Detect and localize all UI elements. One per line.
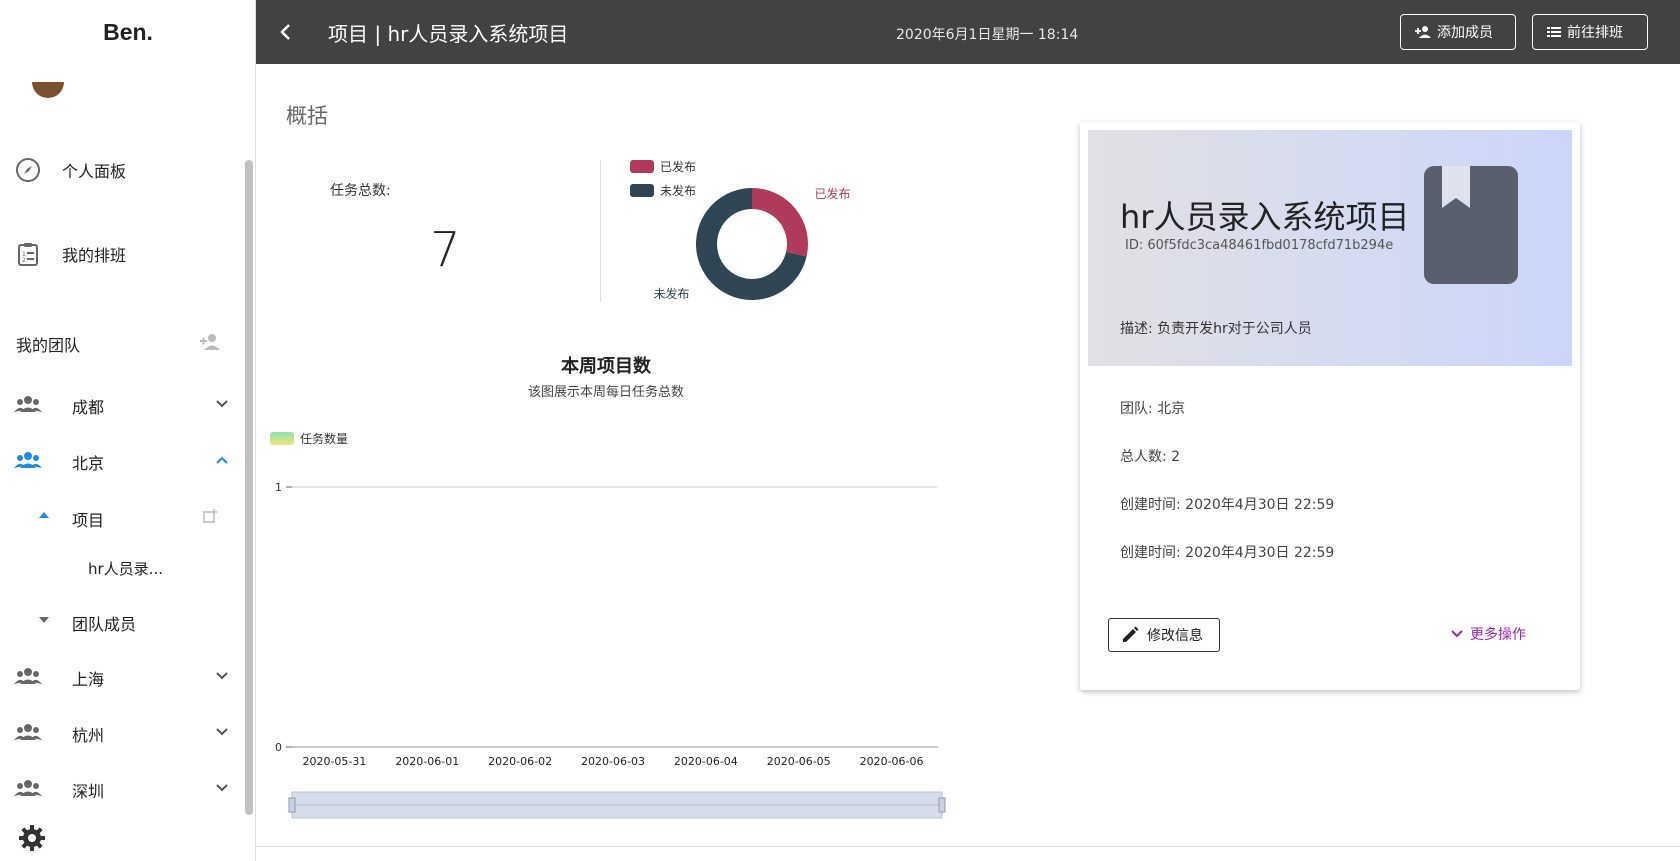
chevron-down-icon: [1451, 630, 1463, 638]
nav-schedule[interactable]: 12 我的排班: [0, 234, 240, 274]
top-app-bar: 项目 | hr人员录入系统项目 2020年6月1日星期一 18:14 添加成员 …: [256, 0, 1680, 64]
legend-label: 已发布: [660, 159, 696, 174]
add-team-icon[interactable]: [198, 332, 224, 352]
members-label: 团队成员: [72, 615, 137, 634]
team-chengdu[interactable]: 成都: [0, 384, 240, 424]
y-tick-label: 1: [275, 481, 282, 494]
team-name: 成都: [72, 398, 105, 417]
back-chevron-icon[interactable]: [274, 20, 298, 44]
project-item[interactable]: hr人员录...: [88, 558, 163, 579]
gear-icon[interactable]: [18, 824, 46, 852]
chevron-up-icon: [216, 456, 228, 464]
sidebar-scrollbar[interactable]: [245, 160, 253, 815]
team-projects-toggle[interactable]: 项目: [0, 496, 240, 536]
x-tick-label: 2020-06-01: [395, 755, 459, 768]
my-teams-label: 我的团队: [16, 336, 81, 355]
x-tick-label: 2020-06-02: [488, 755, 552, 768]
go-schedule-label: 前往排班: [1567, 25, 1623, 41]
team-shanghai[interactable]: 上海: [0, 656, 240, 696]
team-name: 北京: [72, 454, 105, 473]
divider: [600, 160, 601, 302]
task-total-value: 7: [430, 222, 461, 278]
section-title: 概括: [286, 104, 328, 128]
team-name: 杭州: [72, 726, 105, 745]
group-icon: [14, 668, 42, 684]
chart-title: 本周项目数: [561, 355, 652, 377]
x-tick-label: 2020-06-06: [860, 755, 924, 768]
brand-logo: Ben.: [103, 18, 153, 45]
nav-dashboard-label: 个人面板: [62, 162, 127, 181]
pie-slice-label: 未发布: [653, 286, 689, 301]
add-project-icon[interactable]: [202, 508, 218, 524]
edit-info-label: 修改信息: [1147, 628, 1203, 644]
page-title: 项目 | hr人员录入系统项目: [328, 22, 569, 46]
project-name: hr人员录入系统项目: [1120, 198, 1410, 236]
edit-info-button[interactable]: 修改信息: [1108, 618, 1220, 652]
caret-up-icon: [39, 512, 49, 518]
more-actions-label: 更多操作: [1470, 627, 1526, 643]
chart-subtitle: 该图展示本周每日任务总数: [528, 384, 684, 400]
project-member-count: 总人数: 2: [1120, 449, 1181, 465]
list-icon: [1547, 27, 1561, 37]
x-tick-label: 2020-06-05: [767, 755, 831, 768]
team-beijing[interactable]: 北京: [0, 440, 240, 480]
project-hero: hr人员录入系统项目 ID: 60f5fdc3ca48461fbd0178cfd…: [1088, 130, 1572, 366]
publish-donut-chart: 已发布未发布 已发布未发布: [630, 159, 851, 301]
group-icon: [14, 724, 42, 740]
sidebar: Ben. 个人面板 12 我的排班 我的团队 成都 北京 项目 hr人员录...…: [0, 0, 256, 861]
task-total-label: 任务总数:: [330, 183, 391, 199]
x-tick-label: 2020-06-03: [581, 755, 645, 768]
team-name: 上海: [72, 670, 105, 689]
chevron-down-icon: [216, 728, 228, 736]
legend-label: 未发布: [660, 183, 696, 198]
team-hangzhou[interactable]: 杭州: [0, 712, 240, 752]
legend-swatch[interactable]: [270, 432, 294, 445]
projects-label: 项目: [72, 511, 105, 530]
group-icon: [14, 396, 42, 412]
chevron-down-icon: [216, 400, 228, 408]
group-icon: [14, 780, 42, 796]
team-name: 深圳: [72, 782, 105, 801]
person-add-icon: [1415, 26, 1431, 38]
project-created-time: 创建时间: 2020年4月30日 22:59: [1120, 497, 1335, 513]
caret-down-icon: [39, 617, 49, 623]
legend-swatch[interactable]: [630, 160, 654, 173]
chevron-down-icon: [216, 672, 228, 680]
current-datetime: 2020年6月1日星期一 18:14: [896, 27, 1079, 43]
pie-slice-label: 已发布: [815, 186, 851, 201]
nav-schedule-label: 我的排班: [62, 246, 127, 265]
legend-label: 任务数量: [300, 431, 348, 446]
pencil-icon: [1123, 626, 1139, 642]
team-members-toggle[interactable]: 团队成员: [0, 600, 240, 640]
x-tick-label: 2020-06-04: [674, 755, 738, 768]
weekly-tasks-chart: 本周项目数该图展示本周每日任务总数任务数量 0 1 2020-05-31 2020-06…: [270, 355, 946, 819]
legend-swatch[interactable]: [630, 184, 654, 197]
more-actions-button[interactable]: 更多操作: [1450, 624, 1526, 644]
pie-slice[interactable]: [752, 188, 808, 257]
chevron-down-icon: [216, 784, 228, 792]
zoom-handle[interactable]: [288, 797, 296, 813]
go-schedule-button[interactable]: 前往排班: [1532, 14, 1648, 50]
footer-divider: [256, 846, 1680, 847]
project-created-time-2: 创建时间: 2020年4月30日 22:59: [1120, 545, 1335, 561]
x-tick-label: 2020-05-31: [302, 755, 366, 768]
add-member-label: 添加成员: [1437, 25, 1493, 41]
group-icon: [14, 452, 42, 468]
svg-text:2: 2: [22, 257, 26, 264]
project-card: hr人员录入系统项目 ID: 60f5fdc3ca48461fbd0178cfd…: [1080, 122, 1580, 690]
add-member-button[interactable]: 添加成员: [1400, 14, 1516, 50]
zoom-handle[interactable]: [938, 797, 946, 813]
bookmark-icon: [1424, 166, 1518, 284]
y-tick-label: 0: [275, 741, 282, 754]
compass-icon: [14, 156, 42, 184]
team-shenzhen[interactable]: 深圳: [0, 768, 240, 808]
clipboard-icon: 12: [14, 240, 42, 268]
project-description: 描述: 负责开发hr对于公司人员: [1120, 321, 1312, 337]
project-id: ID: 60f5fdc3ca48461fbd0178cfd71b294e: [1125, 238, 1394, 253]
avatar[interactable]: [32, 82, 64, 98]
nav-dashboard[interactable]: 个人面板: [0, 150, 240, 190]
project-team: 团队: 北京: [1120, 401, 1186, 417]
